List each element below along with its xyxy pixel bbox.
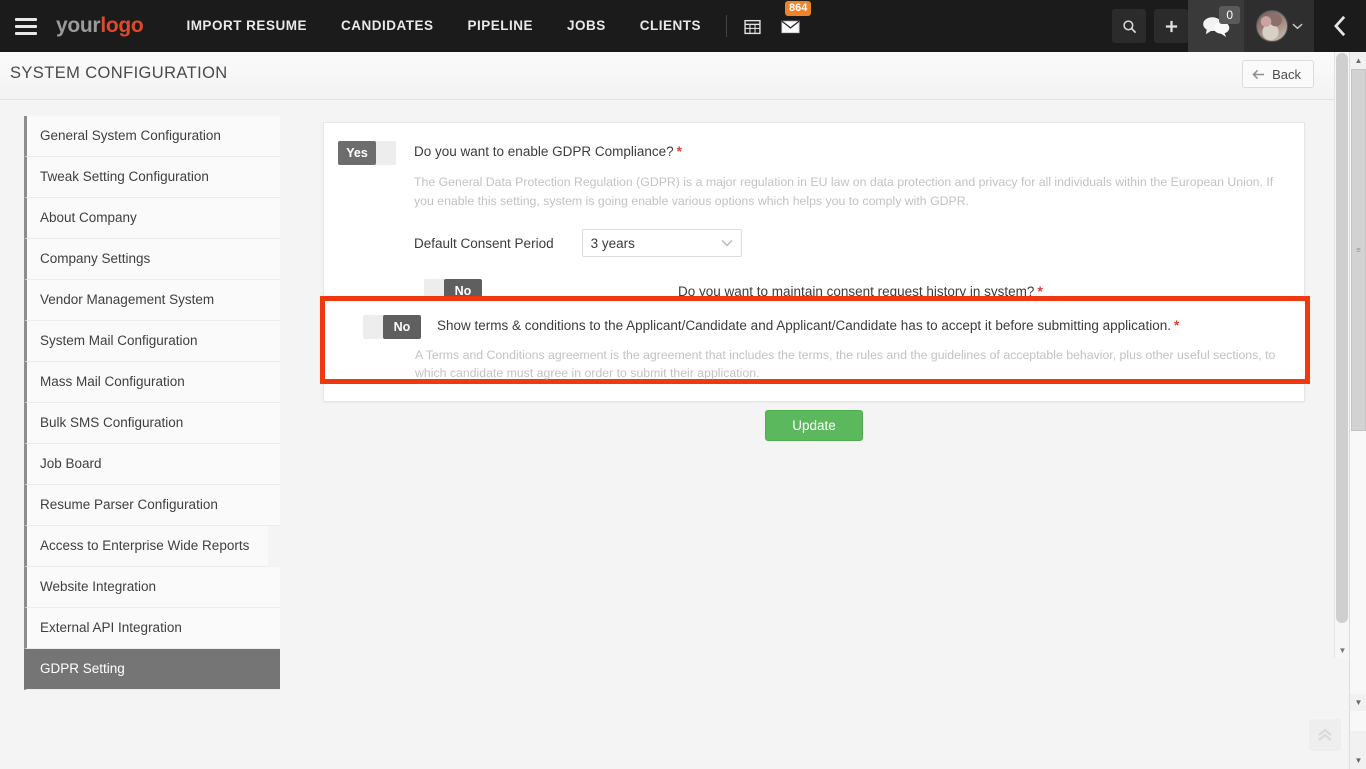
- settings-sidebar: General System Configuration Tweak Setti…: [24, 116, 280, 690]
- sidebar-item-company-settings[interactable]: Company Settings: [24, 239, 280, 280]
- gdpr-compliance-row: Yes Do you want to enable GDPR Complianc…: [324, 123, 1304, 315]
- default-consent-period-value: 3 years: [590, 235, 635, 251]
- nav-item-import-resume[interactable]: IMPORT RESUME: [169, 0, 324, 52]
- sidebar-item-vendor-management-system[interactable]: Vendor Management System: [24, 280, 280, 321]
- terms-conditions-question-text: Show terms & conditions to the Applicant…: [437, 318, 1171, 333]
- window-scrollbar-down-arrow[interactable]: ▼: [1350, 752, 1366, 769]
- sidebar-item-gdpr-setting[interactable]: GDPR Setting: [24, 649, 280, 690]
- chevron-left-icon: [1333, 15, 1345, 37]
- chevron-down-icon: [1291, 23, 1303, 30]
- sidebar-item-about-company[interactable]: About Company: [24, 198, 280, 239]
- sidebar-item-website-integration[interactable]: Website Integration: [24, 567, 280, 608]
- sidebar-item-access-to-enterprise-wide-reports[interactable]: Access to Enterprise Wide Reports: [24, 526, 268, 567]
- content-scrollbar-down-arrow[interactable]: ▼: [1335, 643, 1350, 658]
- back-button[interactable]: Back: [1242, 60, 1314, 88]
- mail-count-badge: 864: [785, 1, 812, 16]
- search-icon-svg: [1122, 19, 1136, 33]
- nav-item-jobs[interactable]: JOBS: [550, 0, 623, 52]
- hamburger-bar: [15, 31, 37, 35]
- window-scrollbar-up-arrow[interactable]: ▲: [1350, 52, 1366, 69]
- nav-item-pipeline[interactable]: PIPELINE: [450, 0, 550, 52]
- search-icon[interactable]: [1112, 9, 1146, 43]
- nav-item-candidates[interactable]: CANDIDATES: [324, 0, 451, 52]
- gdpr-compliance-description: The General Data Protection Regulation (…: [414, 175, 1274, 208]
- brand-logo-part2: logo: [100, 14, 144, 37]
- sidebar-item-bulk-sms-configuration[interactable]: Bulk SMS Configuration: [24, 403, 280, 444]
- sidebar-item-external-api-integration[interactable]: External API Integration: [24, 608, 280, 649]
- gdpr-compliance-question-text: Do you want to enable GDPR Compliance?: [414, 144, 674, 159]
- terms-conditions-description: A Terms and Conditions agreement is the …: [415, 348, 1276, 380]
- default-consent-period-label: Default Consent Period: [414, 235, 554, 251]
- page-title: SYSTEM CONFIGURATION: [10, 64, 228, 82]
- update-button[interactable]: Update: [765, 410, 863, 441]
- top-navigation-bar: yourlogo IMPORT RESUME CANDIDATES PIPELI…: [0, 0, 1366, 52]
- chat-bubbles-icon[interactable]: 0: [1188, 0, 1244, 52]
- content-scrollbar-thumb[interactable]: [1336, 53, 1348, 623]
- sidebar-item-system-mail-configuration[interactable]: System Mail Configuration: [24, 321, 280, 362]
- window-scrollbar-mid-arrow[interactable]: ▼: [1350, 694, 1366, 711]
- gdpr-compliance-toggle[interactable]: Yes: [338, 141, 396, 165]
- terms-conditions-highlight-box: No Show terms & conditions to the Applic…: [320, 296, 1310, 384]
- default-consent-period-row: Default Consent Period 3 years: [414, 229, 1284, 257]
- terms-conditions-row: No Show terms & conditions to the Applic…: [325, 301, 1305, 392]
- terms-conditions-toggle-knob: No: [383, 315, 421, 339]
- hamburger-icon[interactable]: [0, 0, 52, 52]
- terms-conditions-question-line: No Show terms & conditions to the Applic…: [341, 315, 1289, 339]
- envelope-icon[interactable]: 864: [775, 1, 812, 41]
- window-scrollbar-thumb[interactable]: ≡: [1351, 69, 1366, 431]
- terms-conditions-question: Show terms & conditions to the Applicant…: [437, 315, 1179, 333]
- plus-icon-svg: [1165, 20, 1177, 32]
- update-button-wrapper: Update: [323, 410, 1305, 441]
- sidebar-collapse-button[interactable]: [1314, 0, 1366, 52]
- sidebar-item-job-board[interactable]: Job Board: [24, 444, 280, 485]
- sidebar-item-tweak-setting-configuration[interactable]: Tweak Setting Configuration: [24, 157, 280, 198]
- terms-conditions-toggle[interactable]: No: [363, 315, 421, 339]
- arrow-left-icon: [1252, 69, 1265, 79]
- sidebar-item-mass-mail-configuration[interactable]: Mass Mail Configuration: [24, 362, 280, 403]
- chat-count-badge: 0: [1219, 6, 1240, 24]
- gdpr-compliance-toggle-knob: Yes: [338, 141, 376, 165]
- content-scrollbar[interactable]: ▼: [1334, 52, 1349, 658]
- brand-logo-part1: your: [56, 14, 101, 37]
- window-scrollbar[interactable]: ▲ ≡ ▼ ▼: [1349, 52, 1366, 769]
- required-marker: *: [1173, 318, 1180, 333]
- scroll-to-top-button[interactable]: [1309, 719, 1341, 751]
- window-scrollbar-grip: ≡: [1356, 245, 1361, 255]
- brand-logo[interactable]: yourlogo: [56, 14, 144, 38]
- hamburger-bar: [15, 24, 37, 28]
- chevron-up-double-icon: [1318, 728, 1332, 741]
- nav-item-clients[interactable]: CLIENTS: [623, 0, 718, 52]
- page-header: SYSTEM CONFIGURATION Back: [0, 52, 1334, 100]
- gdpr-compliance-question: Do you want to enable GDPR Compliance? *: [414, 141, 682, 159]
- gdpr-compliance-question-line: Yes Do you want to enable GDPR Complianc…: [338, 141, 1284, 165]
- envelope-icon-svg: [780, 20, 800, 34]
- default-consent-period-select[interactable]: 3 years: [581, 229, 742, 257]
- avatar-image: [1255, 10, 1288, 42]
- sidebar-item-resume-parser-configuration[interactable]: Resume Parser Configuration: [24, 485, 280, 526]
- window-scrollbar-track-lower[interactable]: [1350, 431, 1366, 731]
- plus-icon[interactable]: [1154, 9, 1188, 43]
- hamburger-bar: [15, 17, 37, 21]
- nav-divider: [726, 15, 727, 37]
- required-marker: *: [676, 144, 682, 159]
- calendar-icon-svg: [743, 19, 761, 34]
- back-button-label: Back: [1272, 66, 1301, 82]
- sidebar-item-general-system-configuration[interactable]: General System Configuration: [24, 116, 280, 157]
- chevron-down-icon: [721, 240, 733, 247]
- calendar-icon[interactable]: [737, 11, 767, 41]
- avatar[interactable]: [1244, 0, 1314, 52]
